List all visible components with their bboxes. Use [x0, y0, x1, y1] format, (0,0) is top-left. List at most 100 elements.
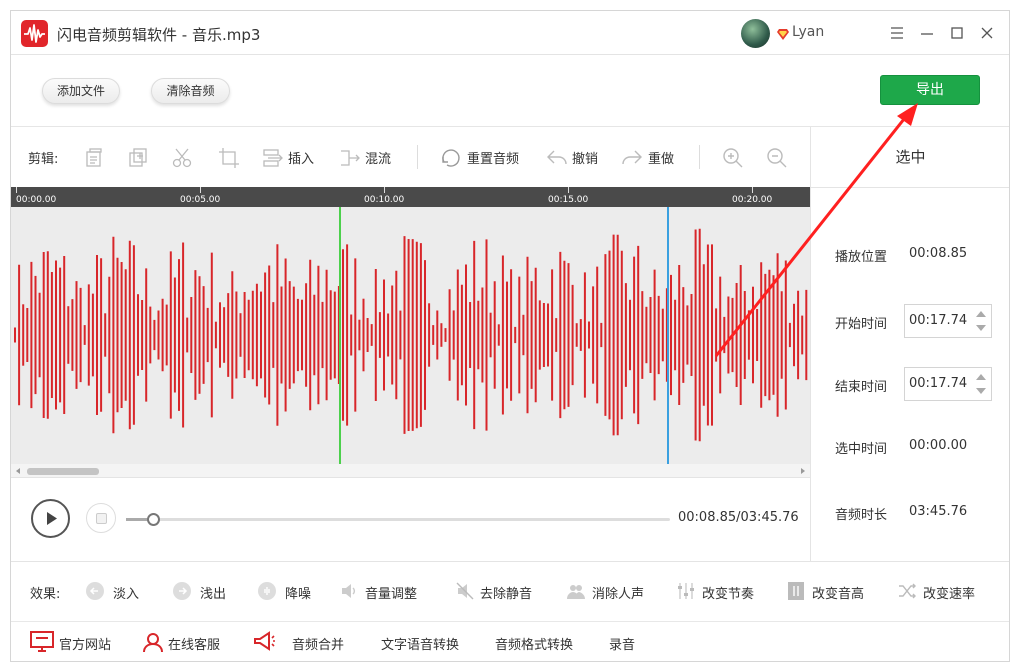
zoom-in-icon[interactable] — [722, 147, 744, 169]
tick-mark — [16, 187, 17, 193]
fade-out-icon[interactable] — [172, 581, 192, 601]
pitch-icon[interactable] — [786, 581, 806, 601]
official-site-link[interactable]: 官方网站 — [59, 634, 111, 653]
record-link[interactable]: 录音 — [609, 634, 635, 653]
waveform-graphic — [14, 207, 808, 464]
end-time-label: 结束时间 — [835, 380, 888, 395]
effects-label: 效果: — [30, 587, 61, 602]
redo-icon[interactable] — [621, 147, 643, 169]
undo-icon[interactable] — [546, 147, 568, 169]
end-time-field[interactable]: 00:17.74 — [904, 367, 992, 401]
maximize-icon[interactable] — [947, 23, 967, 43]
toolbar-divider — [417, 145, 418, 169]
insert-label[interactable]: 插入 — [288, 148, 314, 167]
denoise-icon[interactable] — [257, 581, 277, 601]
play-position-value: 00:08.85 — [909, 246, 968, 261]
export-button[interactable]: 导出 — [880, 75, 980, 105]
avatar[interactable] — [741, 19, 770, 48]
tick-label: 00:20.00 — [732, 195, 773, 205]
tempo-icon[interactable] — [676, 581, 696, 601]
tempo-label[interactable]: 改变节奏 — [702, 583, 754, 602]
remove-vocal-icon[interactable] — [566, 581, 586, 601]
monitor-icon[interactable] — [30, 631, 54, 653]
start-time-label: 开始时间 — [835, 317, 888, 332]
play-button[interactable] — [31, 499, 70, 538]
horizontal-scrollbar[interactable] — [11, 464, 810, 478]
remove-vocal-label[interactable]: 消除人声 — [592, 583, 644, 602]
decrement-icon[interactable] — [975, 386, 987, 396]
minimize-icon[interactable] — [917, 23, 937, 43]
effects-bar: 效果: 淡入 浅出 降噪 音量调整 去除静音 消除人声 改变节奏 改变音高 改变… — [11, 561, 1009, 621]
paste-icon[interactable] — [127, 147, 149, 169]
copy-icon[interactable] — [83, 147, 105, 169]
reset-audio-label[interactable]: 重置音频 — [467, 148, 519, 167]
progress-track[interactable] — [126, 513, 670, 526]
scroll-right-icon[interactable] — [799, 467, 807, 475]
fade-in-icon[interactable] — [85, 581, 105, 601]
mute-icon[interactable] — [455, 581, 475, 601]
scrollbar-thumb[interactable] — [27, 468, 99, 475]
volume-label[interactable]: 音量调整 — [365, 583, 417, 602]
diamond-icon — [776, 26, 790, 40]
playback-bar: 00:08.85/03:45.76 — [11, 479, 810, 561]
format-convert-link[interactable]: 音频格式转换 — [495, 634, 573, 653]
increment-icon[interactable] — [975, 309, 987, 319]
time-display: 00:08.85/03:45.76 — [678, 510, 799, 525]
speed-label[interactable]: 改变速率 — [923, 583, 975, 602]
username[interactable]: Lyan — [792, 24, 824, 40]
tick-label: 00:00.00 — [16, 195, 57, 205]
action-bar: 添加文件 清除音频 导出 — [11, 56, 1009, 127]
online-support-link[interactable]: 在线客服 — [168, 634, 220, 653]
start-time-value: 00:17.74 — [909, 313, 968, 328]
tick-label: 00:15.00 — [548, 195, 589, 205]
pitch-label[interactable]: 改变音高 — [812, 583, 864, 602]
decrement-icon[interactable] — [975, 323, 987, 333]
mute-label[interactable]: 去除静音 — [480, 583, 532, 602]
edit-label: 剪辑: — [28, 152, 59, 167]
insert-icon[interactable] — [262, 147, 284, 169]
support-icon[interactable] — [142, 631, 164, 653]
tick-mark — [568, 187, 569, 193]
zoom-out-icon[interactable] — [766, 147, 788, 169]
fade-in-label[interactable]: 淡入 — [113, 583, 139, 602]
hamburger-menu-icon[interactable] — [887, 23, 907, 43]
text-to-speech-link[interactable]: 文字语音转换 — [381, 634, 459, 653]
tick-label: 00:10.00 — [364, 195, 405, 205]
speed-icon[interactable] — [897, 581, 917, 601]
mix-label[interactable]: 混流 — [365, 148, 391, 167]
duration-label: 音频时长 — [835, 508, 888, 523]
increment-icon[interactable] — [975, 372, 987, 382]
scissors-icon[interactable] — [171, 147, 193, 169]
edit-toolbar: 剪辑: 插入 混流 重置音频 撤销 重做 — [11, 127, 811, 188]
fade-out-label[interactable]: 浅出 — [200, 583, 226, 602]
reset-audio-icon[interactable] — [440, 147, 462, 169]
play-position-label: 播放位置 — [835, 250, 888, 265]
progress-knob[interactable] — [147, 513, 161, 526]
app-window: 闪电音频剪辑软件 - 音乐.mp3 Lyan 添加文件 清除音频 导出 剪辑: — [10, 10, 1010, 662]
toolbar-divider — [699, 145, 700, 169]
scroll-left-icon[interactable] — [14, 467, 22, 475]
waveform-logo-icon — [21, 20, 48, 47]
end-time-value: 00:17.74 — [909, 376, 968, 391]
volume-icon[interactable] — [339, 581, 359, 601]
denoise-label[interactable]: 降噪 — [285, 583, 311, 602]
clear-audio-button[interactable]: 清除音频 — [151, 78, 230, 104]
selection-panel: 选中 播放位置 00:08.85 开始时间 00:17.74 结束时间 00:1… — [810, 127, 1009, 561]
megaphone-icon[interactable] — [252, 629, 276, 653]
timeline-ruler[interactable]: 00:00.00 00:05.00 00:10.00 00:15.00 00:2… — [11, 187, 810, 207]
stop-icon — [96, 513, 107, 524]
app-title: 闪电音频剪辑软件 - 音乐.mp3 — [57, 26, 261, 44]
tick-mark — [384, 187, 385, 193]
stop-button[interactable] — [86, 503, 116, 533]
redo-label[interactable]: 重做 — [648, 148, 674, 167]
waveform-area[interactable] — [11, 207, 810, 464]
start-time-field[interactable]: 00:17.74 — [904, 304, 992, 338]
add-file-button[interactable]: 添加文件 — [42, 78, 120, 104]
undo-label[interactable]: 撤销 — [572, 148, 598, 167]
selected-time-value: 00:00.00 — [909, 438, 968, 453]
crop-icon[interactable] — [218, 147, 240, 169]
audio-merge-link[interactable]: 音频合并 — [292, 634, 344, 653]
selected-time-label: 选中时间 — [835, 442, 888, 457]
close-icon[interactable] — [977, 23, 997, 43]
mix-icon[interactable] — [339, 147, 361, 169]
